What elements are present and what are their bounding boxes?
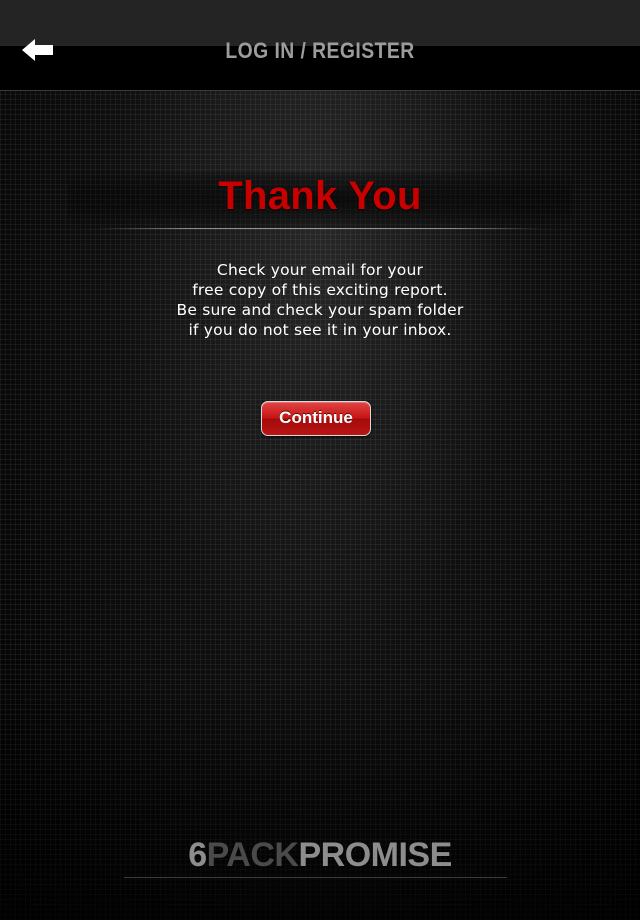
title-divider bbox=[98, 228, 542, 229]
brand-underline bbox=[124, 877, 507, 878]
message-line: free copy of this exciting report. bbox=[192, 281, 448, 299]
confirmation-message: Check your email for your free copy of t… bbox=[80, 260, 560, 340]
brand-logo-part: PROMISE bbox=[298, 836, 452, 874]
brand-logo-part: PACK bbox=[206, 836, 299, 874]
brand-logo-part: 6 bbox=[188, 836, 207, 874]
brand-logo: 6PACKPROMISE bbox=[0, 836, 640, 875]
continue-button[interactable]: Continue bbox=[261, 401, 371, 436]
screen: LOG IN / REGISTER Thank You Check your e… bbox=[0, 0, 640, 920]
message-line: if you do not see it in your inbox. bbox=[188, 321, 452, 339]
nav-title: LOG IN / REGISTER bbox=[225, 38, 415, 63]
page-title: Thank You bbox=[218, 174, 422, 218]
message-line: Be sure and check your spam folder bbox=[176, 301, 464, 319]
message-line: Check your email for your bbox=[216, 261, 424, 279]
